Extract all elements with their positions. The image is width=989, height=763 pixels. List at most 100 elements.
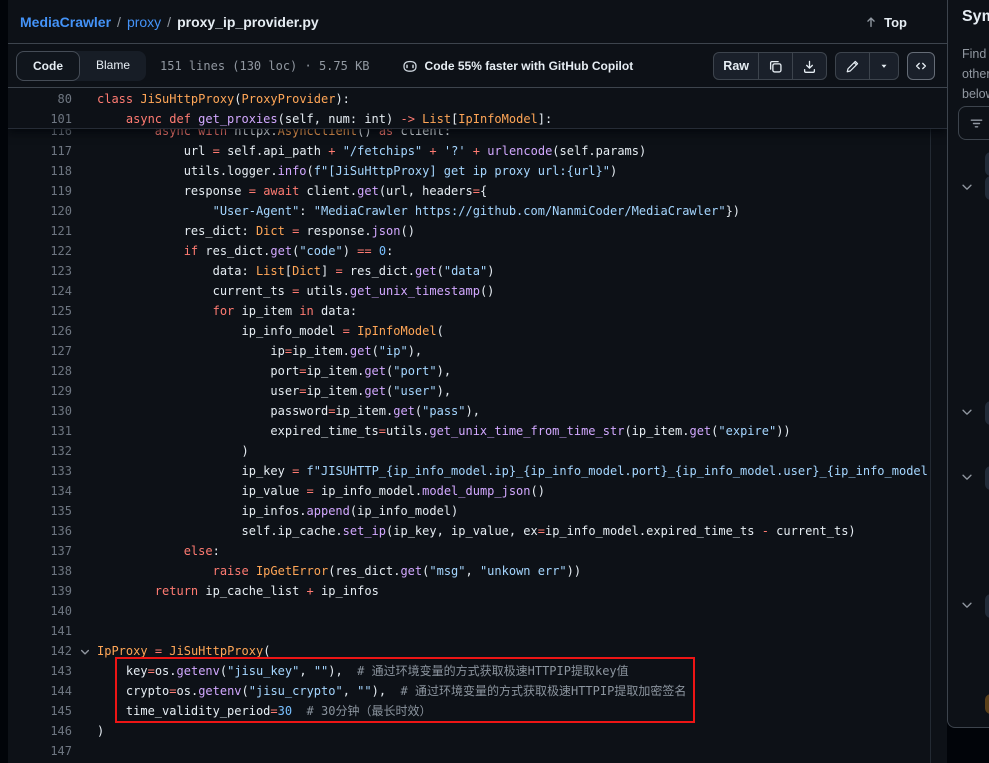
sticky-scope-lines: 80 class JiSuHttpProxy(ProxyProvider): 101… — [8, 89, 947, 129]
line-number[interactable]: 131 — [8, 421, 72, 441]
tab-blame[interactable]: Blame — [80, 51, 146, 81]
line-number[interactable]: 125 — [8, 301, 72, 321]
line-number[interactable]: 146 — [8, 721, 72, 741]
line-number[interactable]: 142 — [8, 641, 72, 661]
breadcrumb-separator: / — [117, 14, 121, 30]
code-text: IpProxy = JiSuHttpProxy( — [97, 641, 270, 661]
line-number[interactable]: 122 — [8, 241, 72, 261]
line-number[interactable]: 124 — [8, 281, 72, 301]
symbol-item[interactable] — [985, 401, 989, 425]
gutter-spacer — [72, 109, 97, 129]
gutter-spacer — [72, 581, 97, 601]
symbol-item[interactable] — [985, 176, 989, 200]
symbol-item-highlighted[interactable] — [985, 694, 989, 714]
code-text: raise IpGetError(res_dict.get("msg", "un… — [97, 561, 581, 581]
code-text: "User-Agent": "MediaCrawler https://gith… — [97, 201, 740, 221]
code-text: if res_dict.get("code") == 0: — [97, 241, 393, 261]
raw-button[interactable]: Raw — [714, 53, 758, 79]
line-number[interactable]: 134 — [8, 481, 72, 501]
gutter-spacer — [72, 601, 97, 621]
line-number[interactable]: 138 — [8, 561, 72, 581]
chevron-down-icon[interactable] — [960, 405, 976, 421]
line-number[interactable]: 140 — [8, 601, 72, 621]
gutter-spacer — [72, 421, 97, 441]
gutter-spacer — [72, 161, 97, 181]
line-number[interactable]: 141 — [8, 621, 72, 641]
breadcrumb-folder-link[interactable]: proxy — [127, 14, 161, 30]
copy-icon[interactable] — [758, 53, 792, 79]
line-number[interactable]: 118 — [8, 161, 72, 181]
code-text: expired_time_ts=utils.get_unix_time_from… — [97, 421, 791, 441]
copilot-banner[interactable]: Code 55% faster with GitHub Copilot — [402, 58, 634, 74]
code-line: 127 ip=ip_item.get("ip"), — [8, 341, 947, 361]
copilot-banner-text: Code 55% faster with GitHub Copilot — [425, 59, 634, 73]
file-view: MediaCrawler / proxy / proxy_ip_provider… — [8, 0, 947, 763]
gutter-spacer — [72, 521, 97, 541]
code-line: 144 crypto=os.getenv("jisu_crypto", ""),… — [8, 681, 947, 701]
code-text: ) — [97, 441, 249, 461]
line-number[interactable]: 101 — [8, 109, 72, 129]
line-number[interactable]: 133 — [8, 461, 72, 481]
line-number[interactable]: 117 — [8, 141, 72, 161]
line-number[interactable]: 137 — [8, 541, 72, 561]
code-text: data: List[Dict] = res_dict.get("data") — [97, 261, 494, 281]
line-number[interactable]: 145 — [8, 701, 72, 721]
gutter-spacer — [72, 501, 97, 521]
line-number[interactable]: 80 — [8, 89, 72, 109]
line-number[interactable]: 135 — [8, 501, 72, 521]
gutter-spacer — [72, 361, 97, 381]
line-number[interactable]: 128 — [8, 361, 72, 381]
code-text: class JiSuHttpProxy(ProxyProvider): — [97, 89, 350, 109]
symbols-panel-description: Find other below — [962, 44, 989, 104]
line-number[interactable]: 129 — [8, 381, 72, 401]
code-text: password=ip_item.get("pass"), — [97, 401, 480, 421]
tab-code[interactable]: Code — [16, 51, 80, 81]
line-number[interactable]: 119 — [8, 181, 72, 201]
chevron-down-icon[interactable] — [960, 180, 976, 196]
breadcrumb-filename: proxy_ip_provider.py — [177, 14, 319, 30]
line-number[interactable]: 123 — [8, 261, 72, 281]
line-number[interactable]: 127 — [8, 341, 72, 361]
line-number[interactable]: 139 — [8, 581, 72, 601]
breadcrumb-repo-link[interactable]: MediaCrawler — [20, 14, 111, 30]
symbol-item[interactable] — [985, 594, 989, 618]
symbol-item[interactable] — [985, 466, 989, 490]
line-number[interactable]: 147 — [8, 741, 72, 761]
pencil-icon[interactable] — [836, 53, 869, 79]
gutter-spacer — [72, 721, 97, 741]
gutter-spacer — [72, 141, 97, 161]
line-number[interactable]: 136 — [8, 521, 72, 541]
code-line: 120 "User-Agent": "MediaCrawler https://… — [8, 201, 947, 221]
code-right-divider — [930, 89, 931, 763]
download-icon[interactable] — [792, 53, 826, 79]
line-number[interactable]: 132 — [8, 441, 72, 461]
code-line: 126 ip_info_model = IpInfoModel( — [8, 321, 947, 341]
gutter-spacer — [72, 661, 97, 681]
code-symbols-toggle-button[interactable] — [907, 52, 935, 80]
line-number[interactable]: 143 — [8, 661, 72, 681]
code-text: ip_info_model = IpInfoModel( — [97, 321, 444, 341]
chevron-down-icon[interactable] — [960, 470, 976, 486]
code-line: 129 user=ip_item.get("user"), — [8, 381, 947, 401]
code-line: 132 ) — [8, 441, 947, 461]
scroll-to-top-button[interactable]: Top — [864, 10, 907, 34]
code-lines: 116 async with httpx.AsyncClient() as cl… — [8, 121, 947, 761]
code-line: 143 key=os.getenv("jisu_key", ""), # 通过环… — [8, 661, 947, 681]
symbol-item[interactable] — [985, 152, 989, 176]
line-number[interactable]: 120 — [8, 201, 72, 221]
line-number[interactable]: 130 — [8, 401, 72, 421]
chevron-down-icon[interactable] — [960, 598, 976, 614]
code-blame-switch: Code Blame — [16, 51, 146, 81]
line-number[interactable]: 144 — [8, 681, 72, 701]
line-number[interactable]: 126 — [8, 321, 72, 341]
code-text: ip_key = f"JISUHTTP_{ip_info_model.ip}_{… — [97, 461, 928, 481]
caret-down-icon[interactable] — [869, 53, 898, 79]
line-number[interactable]: 121 — [8, 221, 72, 241]
code-line: 119 response = await client.get(url, hea… — [8, 181, 947, 201]
code-line: 141 — [8, 621, 947, 641]
symbols-filter-button[interactable] — [958, 106, 989, 140]
code-line: 140 — [8, 601, 947, 621]
code-line: 146) — [8, 721, 947, 741]
collapse-chevron-icon[interactable] — [72, 641, 97, 661]
code-viewport: 116 async with httpx.AsyncClient() as cl… — [8, 89, 947, 763]
